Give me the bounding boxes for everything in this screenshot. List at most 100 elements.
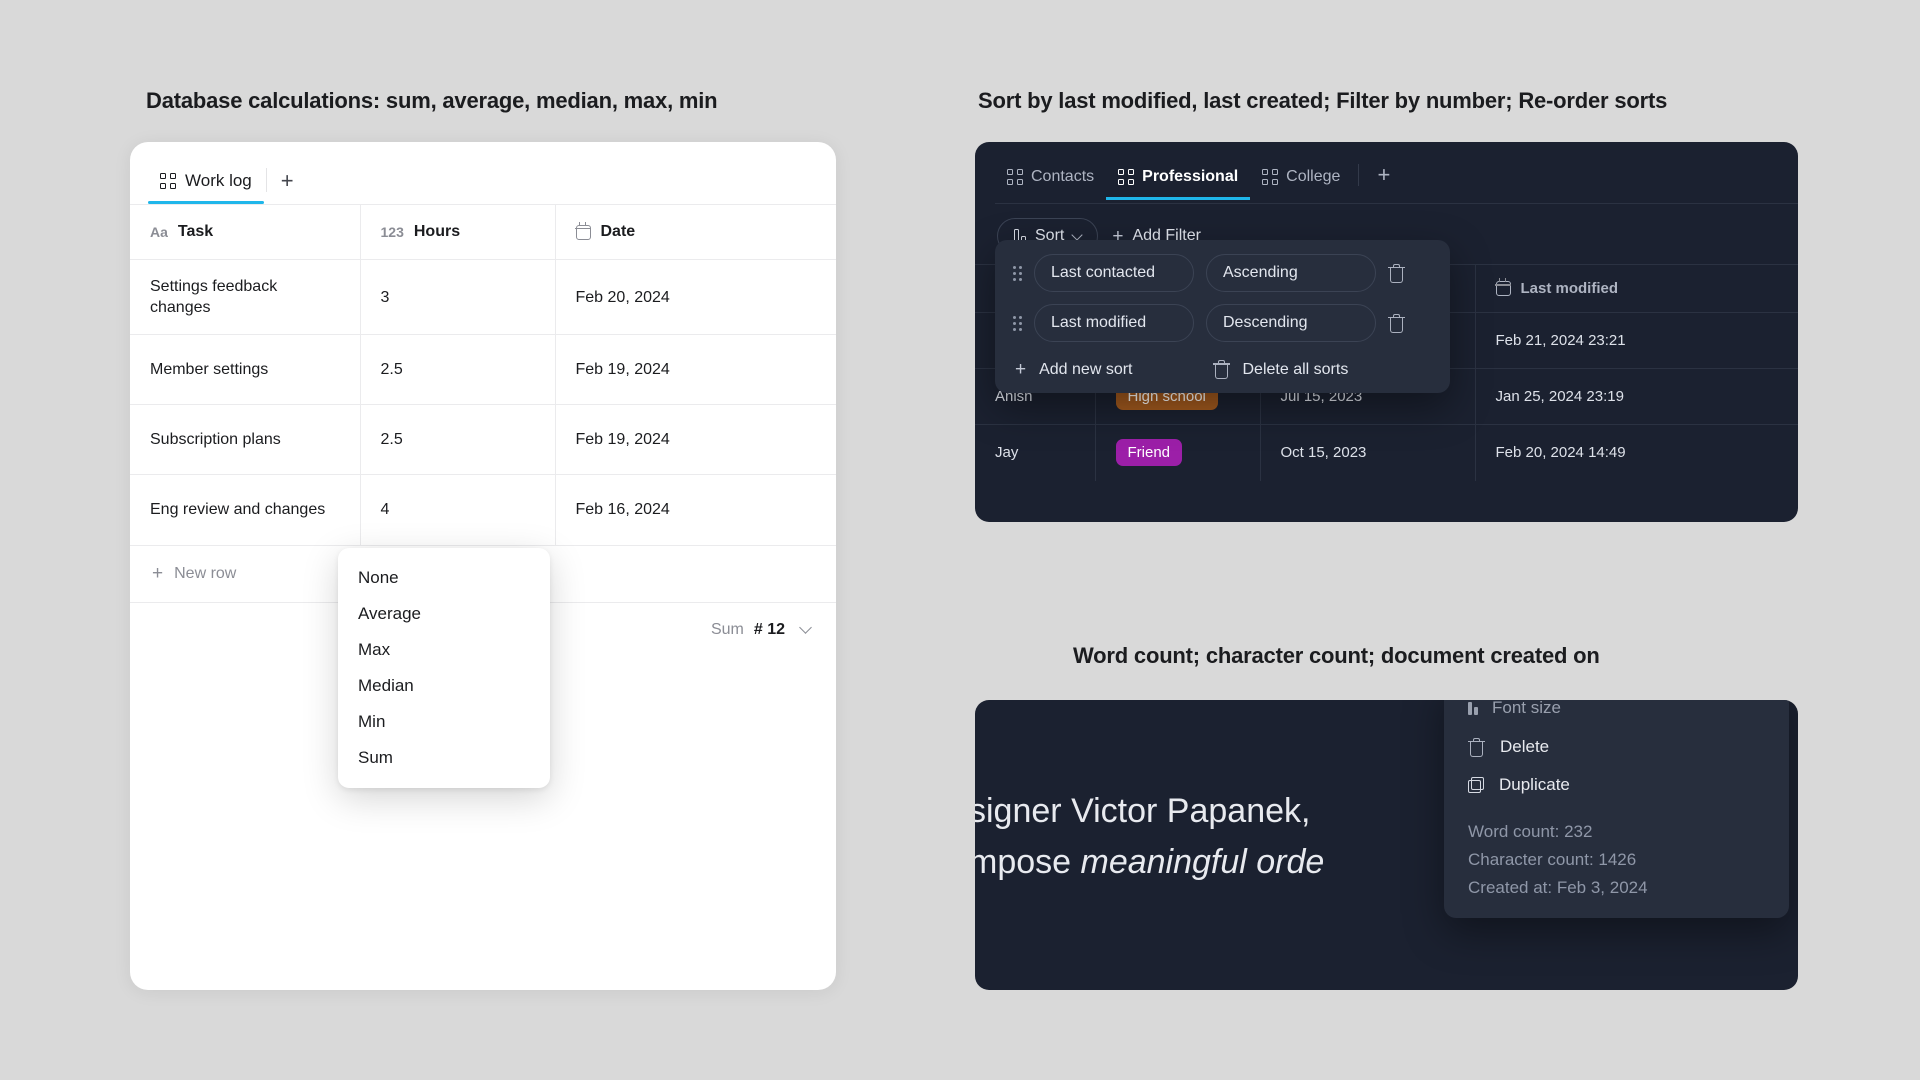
tab-college[interactable]: College [1250,162,1352,200]
calculation-menu: None Average Max Median Min Sum [338,548,550,788]
add-tab-button[interactable]: + [1365,162,1402,200]
cell-task[interactable]: Subscription plans [130,404,361,475]
cell-hours[interactable]: 4 [360,474,556,545]
page-root: Database calculations: sum, average, med… [0,0,1920,1080]
number-icon: 123 [380,224,404,240]
sort-order-select[interactable]: Ascending [1206,254,1376,292]
duplicate-icon [1468,777,1484,793]
column-header-date[interactable]: Date [555,204,836,260]
plus-icon: + [1015,359,1027,380]
sort-order-value: Ascending [1223,264,1298,281]
table-header-row: Aa Task 123 Hours Date [130,204,836,260]
tab-work-log[interactable]: Work log [148,161,264,204]
cell-last-modified[interactable]: Feb 20, 2024 14:49 [1475,424,1798,481]
work-log-table: Aa Task 123 Hours Date Settings feedback… [130,204,836,545]
plus-icon: + [152,563,164,585]
text-icon: Aa [150,224,168,240]
column-header-hours[interactable]: 123 Hours [360,204,556,260]
drag-handle-icon[interactable] [1013,265,1022,281]
cell-date[interactable]: Feb 19, 2024 [555,334,836,405]
tab-contacts[interactable]: Contacts [995,162,1106,200]
doc-line1-name: Victor Papanek, [1071,792,1311,830]
grid-icon [1262,169,1279,185]
tab-label: Work log [185,171,252,190]
calendar-icon [574,221,592,240]
character-count: Character count: 1426 [1468,850,1637,870]
delete-item[interactable]: Delete [1444,728,1789,766]
cell-task[interactable]: Member settings [130,334,361,405]
relationship-badge: Friend [1115,439,1183,467]
cell-hours[interactable]: 2.5 [360,334,556,405]
sort-field-select[interactable]: Last contacted [1034,254,1194,292]
cell-task[interactable]: Eng review and changes [130,474,361,545]
column-header-task[interactable]: Aa Task [130,204,361,260]
sort-order-value: Descending [1223,314,1308,331]
cell-relationship[interactable]: Friend [1095,424,1261,481]
delete-all-sorts-label: Delete all sorts [1242,360,1349,378]
duplicate-item[interactable]: Duplicate [1444,766,1789,804]
sort-field-value: Last contacted [1051,264,1156,281]
sort-order-select[interactable]: Descending [1206,304,1376,342]
calc-option-min[interactable]: Min [338,704,550,740]
column-header-last-modified[interactable]: Last modified [1475,264,1798,313]
cell-task[interactable]: Settings feedback changes [130,258,361,335]
column-label: Hours [413,223,461,240]
tab-professional[interactable]: Professional [1106,162,1251,200]
calc-option-max[interactable]: Max [338,632,550,668]
cell-date[interactable]: Feb 16, 2024 [555,474,836,545]
font-size-label: Font size [1492,700,1561,717]
column-label: Date [600,223,636,240]
cell-name[interactable]: Jay [975,424,1096,481]
grid-icon [160,173,176,189]
calc-option-none[interactable]: None [338,560,550,596]
grid-icon [1118,169,1135,185]
tab-divider [265,168,267,192]
grid-icon [1007,169,1023,185]
cell-last-contacted[interactable]: Oct 15, 2023 [1260,424,1476,481]
chevron-down-icon[interactable] [799,621,812,635]
column-label: Task [177,223,214,240]
doc-line2-pre: mpose [975,843,1081,881]
tab-label: Contacts [1031,168,1095,185]
contacts-card: Contacts Professional College + Sort + A… [975,142,1798,522]
table-row[interactable]: Jay Friend Oct 15, 2023 Feb 20, 2024 14:… [975,424,1798,481]
table-row[interactable]: Settings feedback changes 3 Feb 20, 2024 [130,258,836,335]
document-stats: Word count: 232 Character count: 1426 Cr… [1444,804,1789,902]
delete-sort-icon[interactable] [1388,263,1405,283]
drag-handle-icon[interactable] [1013,315,1022,331]
delete-sort-icon[interactable] [1388,313,1405,333]
trash-icon [1212,360,1230,379]
cell-date[interactable]: Feb 19, 2024 [555,404,836,475]
column-label: Last modified [1520,280,1619,297]
calc-option-average[interactable]: Average [338,596,550,632]
calc-option-median[interactable]: Median [338,668,550,704]
created-at: Created at: Feb 3, 2024 [1468,878,1648,898]
doc-line1-pre: signer [975,792,1072,830]
trash-icon [1468,737,1485,757]
add-new-sort-button[interactable]: + Add new sort [1015,360,1133,379]
delete-label: Delete [1500,737,1550,756]
cell-last-modified[interactable]: Jan 25, 2024 23:19 [1475,368,1798,425]
summary-value: # 12 [753,620,785,638]
cell-date[interactable]: Feb 20, 2024 [555,258,836,335]
delete-all-sorts-button[interactable]: Delete all sorts [1212,360,1349,379]
cell-last-modified[interactable]: Feb 21, 2024 23:21 [1475,312,1798,369]
calc-option-sum[interactable]: Sum [338,740,550,776]
sort-field-select[interactable]: Last modified [1034,304,1194,342]
contacts-tab-bar: Contacts Professional College + [975,142,1798,204]
document-card: signer Victor Papanek, mpose meaningful … [975,700,1798,990]
doc-line2-emphasis: meaningful orde [1080,843,1325,881]
cell-hours[interactable]: 2.5 [360,404,556,475]
add-tab-button[interactable]: + [269,164,306,204]
sort-field-value: Last modified [1051,314,1147,331]
sort-rule-row: Last contacted Ascending [1013,254,1432,292]
sort-section-title: Sort by last modified, last created; Fil… [978,88,1668,113]
duplicate-label: Duplicate [1499,775,1570,794]
table-row[interactable]: Member settings 2.5 Feb 19, 2024 [130,334,836,405]
font-size-item[interactable]: Font size [1444,700,1789,728]
table-row[interactable]: Eng review and changes 4 Feb 16, 2024 [130,474,836,545]
summary-label: Sum [710,620,744,638]
sort-rule-row: Last modified Descending [1013,304,1432,342]
table-row[interactable]: Subscription plans 2.5 Feb 19, 2024 [130,404,836,475]
cell-hours[interactable]: 3 [360,258,556,335]
